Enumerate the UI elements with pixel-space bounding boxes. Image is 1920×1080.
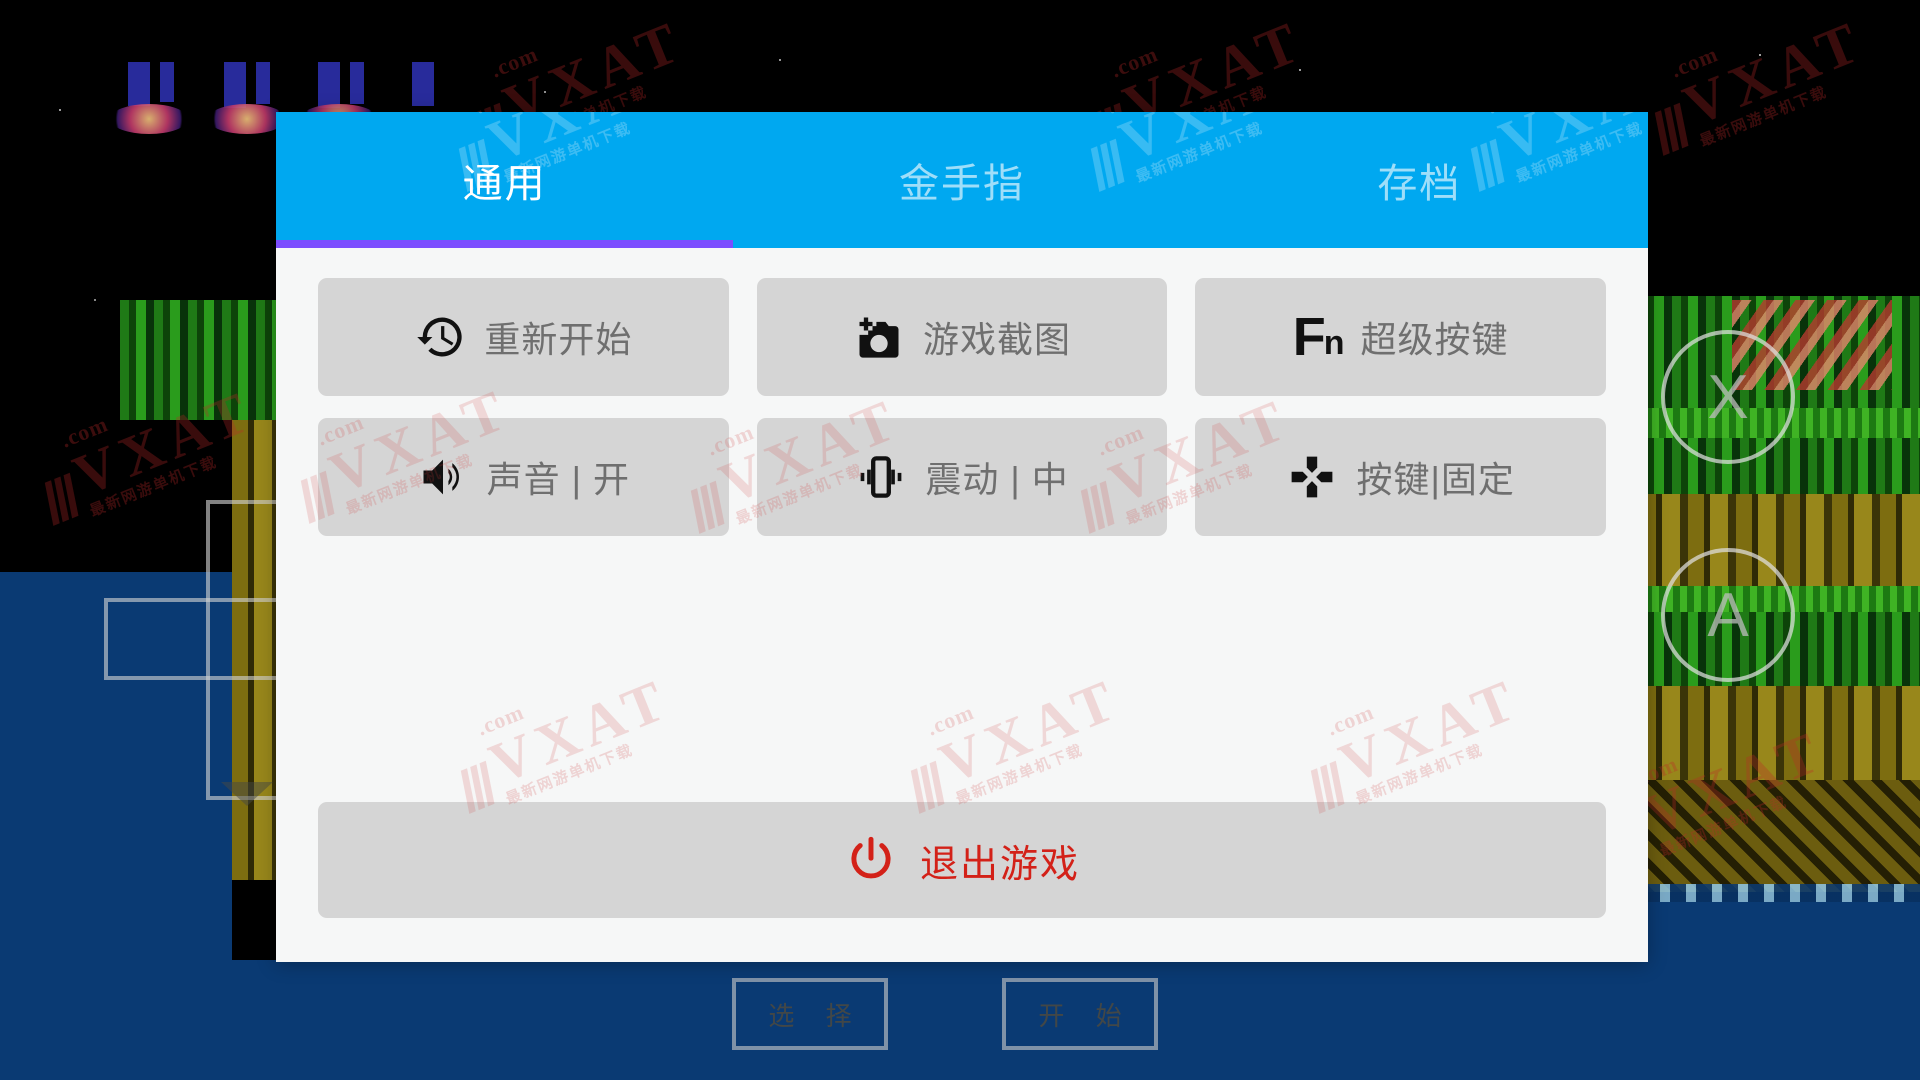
sound-toggle-label: 声音 | 开 [486, 459, 630, 500]
gamepad-button-a-label: A [1707, 580, 1749, 650]
fn-key-icon: Fn [1292, 306, 1345, 367]
sound-toggle[interactable]: 声音 | 开 [318, 418, 729, 536]
volume-up-icon [417, 451, 469, 503]
screenshot-button-label: 游戏截图 [922, 319, 1071, 360]
restart-button[interactable]: 重新开始 [318, 278, 729, 396]
watermark-domain: .com [473, 699, 528, 741]
watermark-brand: VXAT [480, 665, 680, 797]
restart-button-label: 重新开始 [484, 319, 633, 360]
watermark-brand: VXAT [1330, 665, 1530, 797]
gamepad-button-x[interactable]: X [1661, 330, 1795, 464]
watermark: /// .com VXAT 最新网游单机下载 [887, 649, 1134, 825]
tab-saves-label: 存档 [1377, 162, 1462, 206]
decor-glow [208, 104, 286, 134]
decor-pillar [160, 62, 174, 102]
watermark-domain: .com [923, 699, 978, 741]
fn-key-icon-letter: F [1292, 306, 1326, 367]
decor-pillar [256, 62, 270, 104]
tab-cheats-label: 金手指 [898, 162, 1025, 206]
restore-history-icon [414, 311, 466, 363]
decor-pillar [350, 62, 364, 104]
dialog-body: 重新开始 游戏截图 Fn 超级按键 声音 | 开 震动 | 中 按键|固定 退出… [276, 248, 1648, 962]
decor-glow [110, 104, 188, 134]
start-button[interactable]: 开 始 [1002, 978, 1158, 1050]
tab-bar: 通用 金手指 存档 /// .com VXAT 最新网游单机下载 [276, 112, 1648, 248]
dpad-down-arrow-icon [221, 782, 273, 806]
fn-key-icon-sub: n [1323, 323, 1345, 362]
dpad-icon [1286, 451, 1338, 503]
gamepad-button-a[interactable]: A [1661, 548, 1795, 682]
select-button-label: 选 择 [768, 1000, 864, 1031]
vibration-toggle-label: 震动 | 中 [925, 459, 1069, 500]
exit-game-button[interactable]: 退出游戏 [318, 802, 1606, 918]
vibration-toggle[interactable]: 震动 | 中 [756, 418, 1168, 536]
decor-pillar [318, 62, 340, 108]
tab-cheats[interactable]: 金手指 [733, 112, 1190, 248]
decor-pillar [412, 62, 434, 106]
screen: X A 选 择 开 始 /// .com VXAT 最新网游单机下载 /// .… [0, 0, 1920, 1080]
watermark-subtitle: 最新网游单机下载 [503, 741, 637, 809]
options-grid: 重新开始 游戏截图 Fn 超级按键 声音 | 开 震动 | 中 按键|固定 [318, 278, 1606, 536]
power-icon [844, 833, 898, 887]
watermark-brand: VXAT [930, 665, 1130, 797]
exit-game-label: 退出游戏 [919, 843, 1080, 886]
buttons-mode-toggle[interactable]: 按键|固定 [1195, 418, 1606, 536]
superkey-button[interactable]: Fn 超级按键 [1195, 278, 1606, 396]
watermark-subtitle: 最新网游单机下载 [953, 741, 1087, 809]
vibration-icon [855, 451, 907, 503]
tab-general[interactable]: 通用 [276, 112, 733, 248]
decor-pillar [224, 62, 246, 108]
decor-pillar [128, 62, 150, 106]
watermark-domain: .com [1323, 699, 1378, 741]
add-a-photo-icon [853, 311, 905, 363]
superkey-button-label: 超级按键 [1360, 319, 1509, 360]
select-button[interactable]: 选 择 [732, 978, 888, 1050]
settings-dialog: 通用 金手指 存档 /// .com VXAT 最新网游单机下载 [276, 112, 1648, 962]
start-button-label: 开 始 [1038, 1000, 1134, 1031]
watermark: /// .com VXAT 最新网游单机下载 [1287, 649, 1534, 825]
dpad-left[interactable] [104, 598, 210, 680]
watermark-subtitle: 最新网游单机下载 [1353, 741, 1487, 809]
tab-general-label: 通用 [462, 162, 547, 206]
gamepad-button-x-label: X [1707, 362, 1749, 432]
watermark: /// .com VXAT 最新网游单机下载 [437, 649, 684, 825]
active-tab-indicator [276, 240, 733, 248]
buttons-mode-toggle-label: 按键|固定 [1356, 459, 1515, 500]
screenshot-button[interactable]: 游戏截图 [756, 278, 1168, 396]
terrain-water [0, 960, 1920, 1080]
tab-saves[interactable]: 存档 [1191, 112, 1648, 248]
